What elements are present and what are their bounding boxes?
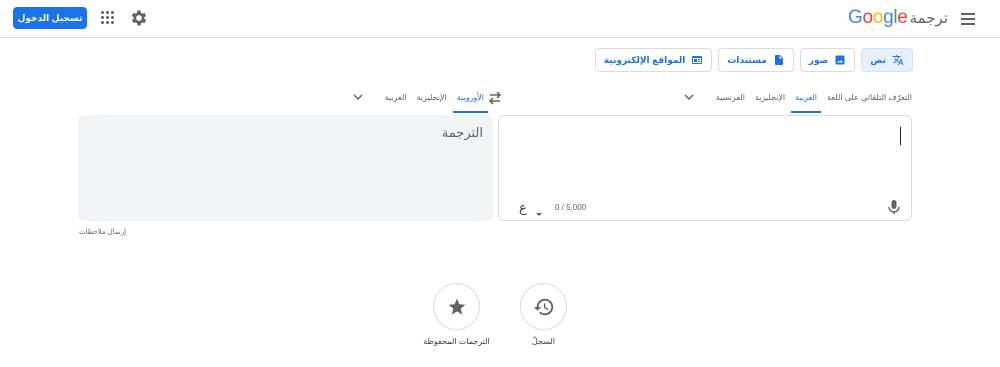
target-language-bar: الأوروبية الإنجليزية العربية (351, 88, 488, 113)
tab-websites-label: المواقع الإلكترونية (603, 54, 686, 65)
target-lang-english[interactable]: الإنجليزية (413, 88, 451, 113)
mode-tabs: نص صور مستندات المواقع الإلكترونية (594, 48, 913, 72)
menu-icon[interactable] (958, 9, 978, 29)
text-cursor (900, 127, 901, 145)
saved-translations-label: الترجمات المحفوظة (423, 337, 490, 346)
translate-icon (892, 55, 904, 65)
source-lang-arabic[interactable]: العربية (791, 88, 822, 113)
history-button[interactable] (520, 283, 567, 330)
tab-images-label: صور (808, 54, 829, 65)
apps-grid-icon[interactable] (101, 11, 115, 25)
star-icon (448, 298, 465, 314)
history-icon (533, 298, 553, 315)
settings-gear-icon[interactable] (129, 8, 149, 28)
target-lang-arabic[interactable]: العربية (381, 88, 411, 113)
character-count: 0 / 5,000 (555, 203, 587, 212)
translation-output: الترجمة (78, 115, 493, 221)
product-name: ترجمة (909, 10, 948, 27)
image-icon (835, 55, 845, 65)
source-lang-chevron-down-icon[interactable] (682, 88, 696, 113)
microphone-icon[interactable] (887, 199, 901, 215)
source-text-input[interactable]: 0 / 5,000 ع (498, 115, 912, 221)
tab-documents[interactable]: مستندات (718, 48, 794, 72)
tab-text-label: نص (870, 54, 886, 65)
google-logo: Google (848, 7, 908, 28)
tab-documents-label: مستندات (727, 54, 767, 65)
saved-translations-button[interactable] (433, 283, 480, 330)
history-label: السجلّ (531, 337, 556, 346)
top-bar: Google ترجمة تسجيل الدخول (0, 0, 1000, 38)
translation-placeholder: الترجمة (441, 125, 483, 140)
tab-images[interactable]: صور (799, 48, 856, 72)
tab-websites[interactable]: المواقع الإلكترونية (594, 48, 713, 72)
source-language-bar: التعرّف التلقائي على اللغة العربية الإنج… (682, 88, 916, 113)
tab-text[interactable]: نص (861, 48, 913, 72)
source-lang-english[interactable]: الإنجليزية (751, 88, 789, 113)
target-lang-chevron-down-icon[interactable] (351, 88, 365, 113)
google-translate-logo[interactable]: Google ترجمة (848, 7, 948, 28)
target-lang-european[interactable]: الأوروبية (452, 88, 488, 113)
source-lang-french[interactable]: الفرنسية (712, 88, 749, 113)
keyboard-input-tool-icon[interactable]: ع (519, 200, 527, 216)
document-icon (774, 55, 783, 65)
sign-in-button[interactable]: تسجيل الدخول (13, 7, 87, 29)
detect-language-tab[interactable]: التعرّف التلقائي على اللغة (823, 88, 916, 113)
swap-languages-icon[interactable] (487, 91, 503, 105)
send-feedback-link[interactable]: إرسال ملاحظات (79, 228, 126, 236)
keyboard-chevron-down-icon[interactable] (535, 205, 543, 216)
website-icon (692, 56, 703, 64)
